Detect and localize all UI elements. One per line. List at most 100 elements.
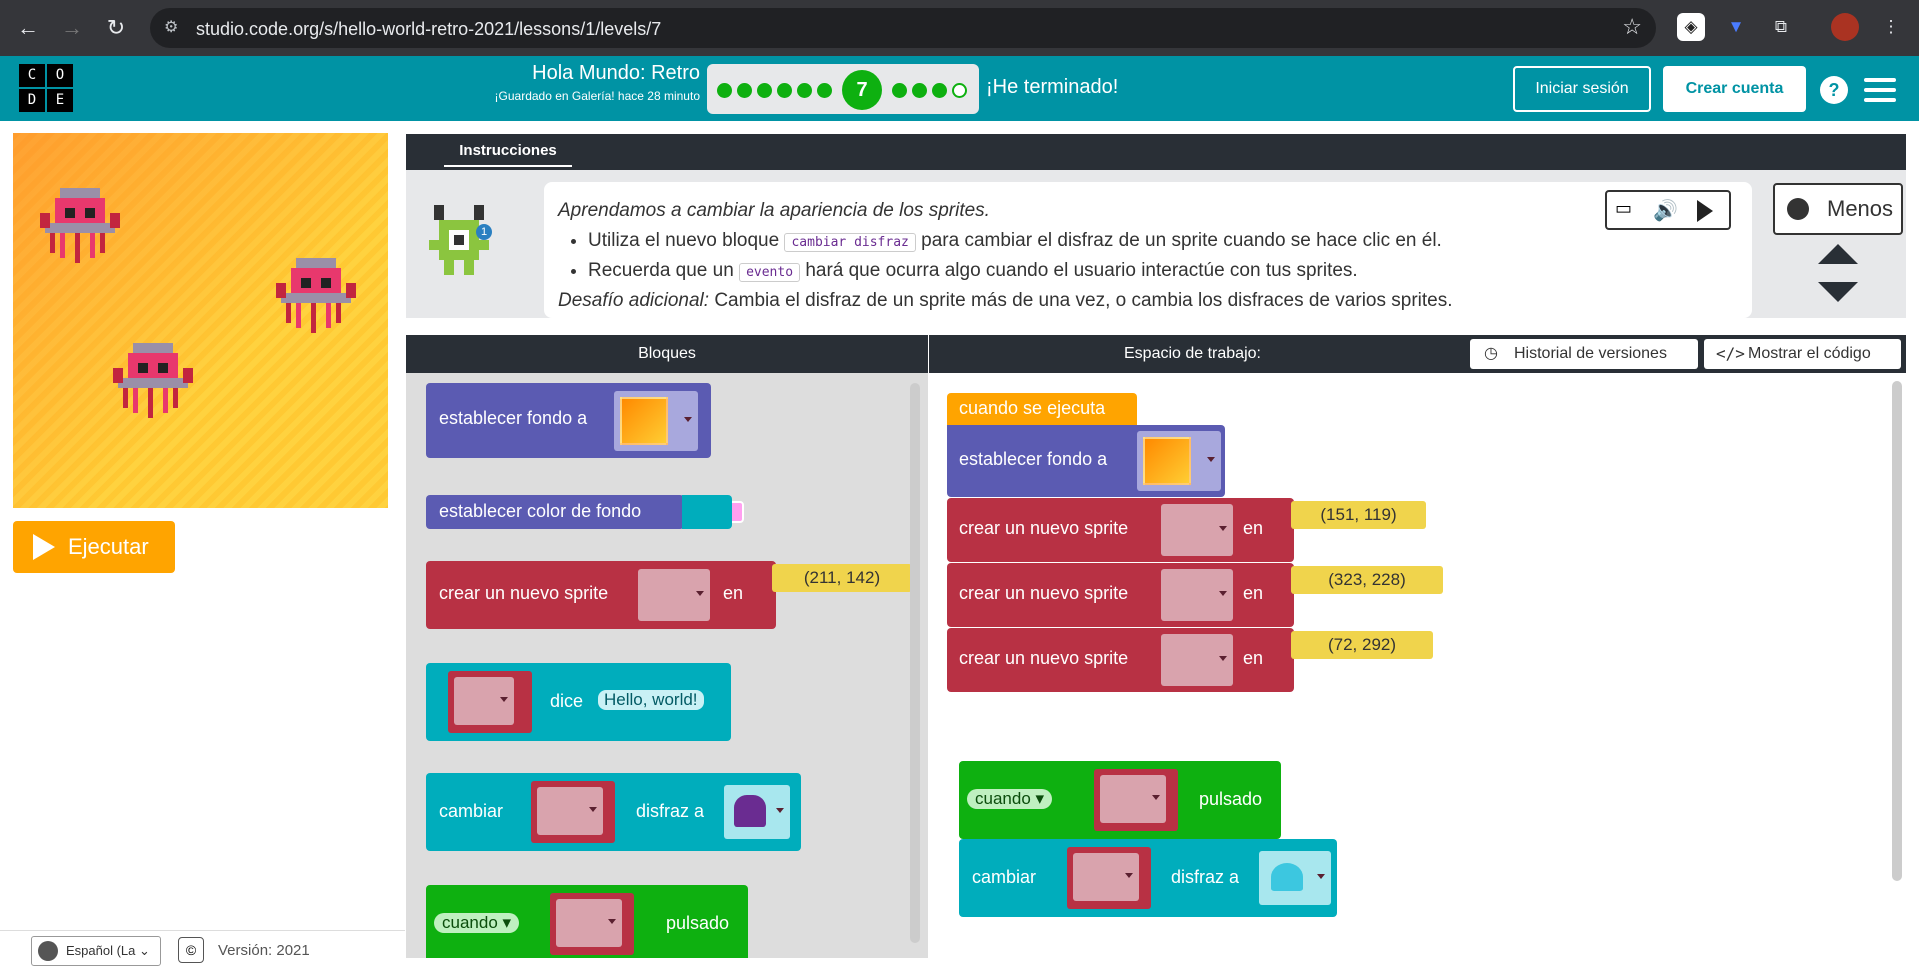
level-dot[interactable] xyxy=(932,83,947,98)
text-to-speech-controls: ▭ 🔊 xyxy=(1605,190,1731,230)
coordinate-input[interactable]: (151, 119) xyxy=(1291,501,1426,529)
run-button[interactable]: Ejecutar xyxy=(13,521,175,573)
game-panel: Ejecutar xyxy=(0,121,395,969)
level-dot[interactable] xyxy=(952,83,967,98)
play-icon xyxy=(33,534,55,560)
sprite-dropdown[interactable] xyxy=(638,569,710,621)
set-background-block[interactable]: establecer fondo a xyxy=(426,383,711,458)
copyright-icon[interactable]: © xyxy=(178,937,204,963)
shield-extension-icon[interactable]: ▼ xyxy=(1722,13,1750,41)
current-level-dot[interactable]: 7 xyxy=(842,70,882,110)
costume-dropdown[interactable] xyxy=(1259,851,1331,905)
when-clicked-block[interactable]: cuando ▾ pulsado xyxy=(426,885,748,958)
workspace-scrollbar[interactable] xyxy=(1892,381,1902,881)
extension-icon[interactable]: ◈ xyxy=(1677,13,1705,41)
game-canvas[interactable] xyxy=(13,133,388,508)
create-sprite-block[interactable]: crear un nuevo sprite en xyxy=(947,563,1294,627)
create-sprite-block[interactable]: crear un nuevo sprite en xyxy=(947,628,1294,692)
toolbox-scrollbar[interactable] xyxy=(910,383,920,943)
site-header: C O D E Hola Mundo: Retro ¡Guardado en G… xyxy=(0,56,1919,121)
level-dot[interactable] xyxy=(777,83,792,98)
level-dot[interactable] xyxy=(797,83,812,98)
costume-dropdown[interactable] xyxy=(724,785,790,839)
sprite-dropdown[interactable] xyxy=(448,671,532,733)
instructions-lead: Aprendamos a cambiar la apariencia de lo… xyxy=(558,200,990,221)
event-dropdown[interactable]: cuando ▾ xyxy=(434,913,520,933)
hamburger-menu-icon[interactable] xyxy=(1864,78,1896,102)
scroll-down-icon[interactable] xyxy=(1818,282,1858,302)
coordinate-input[interactable]: (323, 228) xyxy=(1291,566,1443,594)
level-dot[interactable] xyxy=(737,83,752,98)
instruction-item: Recuerda que un evento hará que ocurra a… xyxy=(588,260,1738,282)
forward-icon[interactable]: → xyxy=(56,12,88,44)
lesson-title: Hola Mundo: Retro xyxy=(532,62,700,84)
scroll-up-icon[interactable] xyxy=(1818,244,1858,264)
set-background-block[interactable]: establecer fondo a xyxy=(947,425,1225,497)
sprite-says-block[interactable]: dice Hello, world! xyxy=(426,663,731,741)
hint-badge[interactable]: 1 xyxy=(476,224,492,240)
bookmark-star-icon[interactable]: ☆ xyxy=(1622,14,1642,40)
site-info-icon[interactable]: ⚙ xyxy=(164,18,184,38)
code-workspace[interactable]: cuando se ejecuta establecer fondo a cre… xyxy=(929,373,1906,958)
speech-text-input[interactable]: Hello, world! xyxy=(598,690,704,710)
sprite-dropdown[interactable] xyxy=(1094,769,1178,831)
lesson-title-block: Hola Mundo: Retro ¡Guardado en Galería! … xyxy=(470,62,700,103)
sprite-dropdown[interactable] xyxy=(1161,569,1233,621)
sprite-dropdown[interactable] xyxy=(1067,847,1151,909)
profile-avatar[interactable] xyxy=(1831,13,1859,41)
set-background-color-block[interactable]: establecer color de fondo xyxy=(426,495,744,529)
finished-link[interactable]: ¡He terminado! xyxy=(986,76,1118,99)
level-dot[interactable] xyxy=(817,83,832,98)
purple-alien-icon xyxy=(734,795,766,827)
alien-sprite[interactable] xyxy=(35,183,125,273)
blue-alien-icon xyxy=(1271,863,1303,891)
read-aloud-icon[interactable]: ▭ xyxy=(1615,198,1632,219)
coordinate-input[interactable]: (211, 142) xyxy=(772,564,912,592)
help-icon[interactable]: ? xyxy=(1820,76,1848,104)
back-icon[interactable]: ← xyxy=(12,12,44,44)
create-account-button[interactable]: Crear cuenta xyxy=(1663,66,1806,112)
instructions-bubble: Aprendamos a cambiar la apariencia de lo… xyxy=(544,182,1752,318)
extensions-puzzle-icon[interactable]: ⧉ xyxy=(1767,13,1795,41)
bot-avatar-icon xyxy=(429,205,489,275)
sprite-dropdown[interactable] xyxy=(550,893,634,955)
sprite-dropdown[interactable] xyxy=(1161,634,1233,686)
play-audio-icon[interactable] xyxy=(1697,200,1713,222)
instructions-tabbar: Instrucciones xyxy=(406,134,1906,170)
browser-toolbar: ← → ↻ ⚙ studio.code.org/s/hello-world-re… xyxy=(0,0,1919,56)
alien-sprite[interactable] xyxy=(108,338,198,428)
saved-status: ¡Guardado en Galería! hace 28 minuto xyxy=(494,89,700,103)
collapse-instructions-button[interactable]: Menos xyxy=(1773,183,1903,235)
create-sprite-block[interactable]: crear un nuevo sprite en xyxy=(947,498,1294,562)
level-dot[interactable] xyxy=(892,83,907,98)
level-dot[interactable] xyxy=(757,83,772,98)
language-select[interactable]: Español (La ⌄ xyxy=(31,936,161,966)
when-run-block[interactable]: cuando se ejecuta xyxy=(947,393,1137,425)
sprite-dropdown[interactable] xyxy=(531,781,615,843)
code-logo[interactable]: C O D E xyxy=(19,64,73,112)
coordinate-input[interactable]: (72, 292) xyxy=(1291,631,1433,659)
change-costume-block[interactable]: cambiar disfraz a xyxy=(426,773,801,851)
browser-menu-icon[interactable]: ⋮ xyxy=(1877,13,1905,41)
tab-instructions[interactable]: Instrucciones xyxy=(444,142,572,167)
extra-challenge-label: Desafío adicional: xyxy=(558,290,710,311)
reload-icon[interactable]: ↻ xyxy=(100,12,132,44)
background-dropdown[interactable] xyxy=(1137,431,1221,491)
show-code-button[interactable]: </> Mostrar el código xyxy=(1704,339,1901,369)
alien-sprite[interactable] xyxy=(271,253,361,343)
globe-icon xyxy=(38,941,58,961)
event-dropdown[interactable]: cuando ▾ xyxy=(967,789,1053,809)
change-costume-block[interactable]: cambiar disfraz a xyxy=(959,839,1337,917)
level-dot[interactable] xyxy=(717,83,732,98)
workspace-title: Espacio de trabajo: xyxy=(1124,345,1261,362)
level-dot[interactable] xyxy=(912,83,927,98)
address-bar[interactable]: ⚙ studio.code.org/s/hello-world-retro-20… xyxy=(150,8,1656,48)
background-dropdown[interactable] xyxy=(614,391,698,451)
create-sprite-block[interactable]: crear un nuevo sprite en xyxy=(426,561,776,629)
speaker-icon[interactable]: 🔊 xyxy=(1653,198,1678,223)
sign-in-button[interactable]: Iniciar sesión xyxy=(1513,66,1651,112)
sprite-dropdown[interactable] xyxy=(1161,504,1233,556)
when-clicked-block[interactable]: cuando ▾ pulsado xyxy=(959,761,1281,839)
version-history-button[interactable]: ◷ Historial de versiones xyxy=(1470,339,1698,369)
code-chip: cambiar disfraz xyxy=(784,233,916,252)
